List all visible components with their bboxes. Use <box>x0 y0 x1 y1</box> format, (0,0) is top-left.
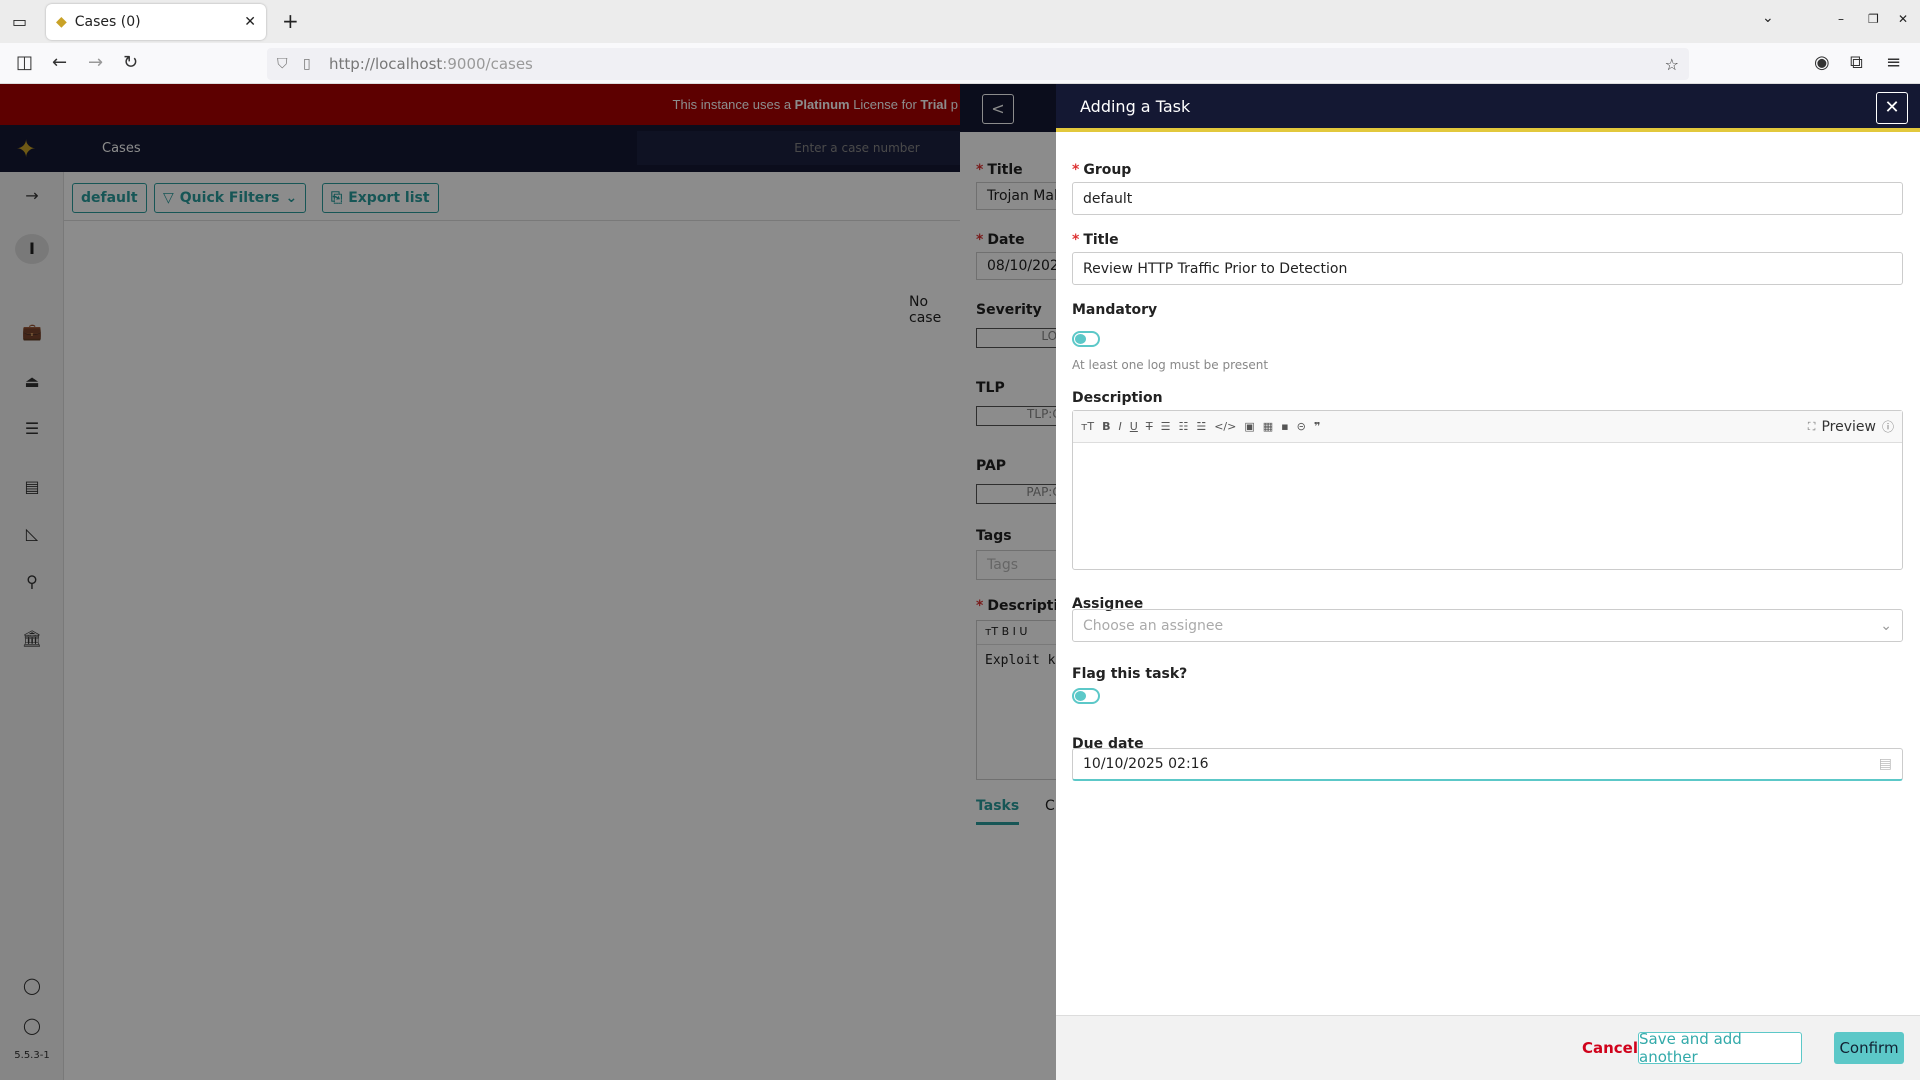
title-input[interactable]: Review HTTP Traffic Prior to Detection <box>1072 252 1903 285</box>
close-window-icon[interactable]: ✕ <box>1898 12 1908 26</box>
confirm-button[interactable]: Confirm <box>1834 1032 1904 1064</box>
forward-icon[interactable]: → <box>88 52 103 73</box>
back-icon[interactable]: ← <box>52 52 67 73</box>
account-icon[interactable]: ◉ <box>1814 52 1830 73</box>
browser-tab-bar: ▭ ◆ Cases (0) ✕ + ⌄ – ❐ ✕ <box>0 0 1920 43</box>
preview-button[interactable]: ⛶ Preview ⓘ <box>1808 418 1894 435</box>
fullscreen-icon: ⛶ <box>1807 419 1816 433</box>
shield-icon: ⛉ <box>277 56 288 72</box>
heading-icon[interactable]: ᴛT <box>1081 420 1094 433</box>
minimize-icon[interactable]: – <box>1838 12 1844 26</box>
close-button[interactable]: ✕ <box>1876 92 1908 124</box>
due-date-input[interactable]: 10/10/2025 02:16 ▤ <box>1072 748 1903 781</box>
mandatory-hint: At least one log must be present <box>1072 358 1269 372</box>
extensions-icon[interactable]: ⧉ <box>1850 52 1863 73</box>
italic-icon[interactable]: I <box>1119 420 1122 433</box>
cancel-button[interactable]: Cancel <box>1572 1032 1648 1064</box>
bullet-list-icon[interactable]: ☰ <box>1161 420 1171 433</box>
flag-toggle[interactable] <box>1072 688 1100 704</box>
restore-icon[interactable]: ❐ <box>1868 12 1879 26</box>
modal-backdrop[interactable] <box>0 84 1056 1080</box>
group-label: * Group <box>1072 162 1132 178</box>
favicon-icon: ◆ <box>56 14 67 30</box>
underline-icon[interactable]: U <box>1130 420 1138 433</box>
code-icon[interactable]: </> <box>1214 420 1236 433</box>
description-editor[interactable]: ᴛT B I U T ☰ ☷ ☱ </> ▣ ▦ ▪ ⊝ ❞ ⛶ Preview ⓘ <box>1072 410 1903 570</box>
table-icon[interactable]: ▦ <box>1263 420 1273 433</box>
page-icon: ▯ <box>303 56 311 72</box>
reload-icon[interactable]: ↻ <box>123 52 138 73</box>
menu-icon[interactable]: ≡ <box>1886 52 1901 73</box>
tab-list-icon[interactable]: ▭ <box>12 12 27 31</box>
new-tab-icon[interactable]: + <box>282 9 299 33</box>
chevron-down-icon: ⌄ <box>1880 617 1892 634</box>
assignee-select[interactable]: Choose an assignee ⌄ <box>1072 609 1903 642</box>
link-icon[interactable]: ⊝ <box>1297 420 1306 433</box>
bookmark-star-icon[interactable]: ☆ <box>1665 55 1679 74</box>
close-tab-icon[interactable]: ✕ <box>244 14 256 30</box>
code-block-icon[interactable]: ▣ <box>1244 420 1254 433</box>
tab-overflow-icon[interactable]: ⌄ <box>1762 10 1774 26</box>
sidebar-toggle-icon[interactable]: ◫ <box>16 52 33 73</box>
calendar-icon: ▤ <box>1878 756 1892 772</box>
editor-toolbar: ᴛT B I U T ☰ ☷ ☱ </> ▣ ▦ ▪ ⊝ ❞ ⛶ Preview ⓘ <box>1073 411 1902 443</box>
bold-icon[interactable]: B <box>1102 420 1110 433</box>
title-label: * Title <box>1072 232 1119 248</box>
description-textarea[interactable] <box>1073 443 1902 569</box>
drawer-title: Adding a Task <box>1080 96 1191 116</box>
description-label: Description <box>1072 390 1163 406</box>
browser-tab[interactable]: ◆ Cases (0) ✕ <box>46 4 266 40</box>
image-icon[interactable]: ▪ <box>1281 420 1288 433</box>
group-input[interactable]: default <box>1072 182 1903 215</box>
drawer-header: Adding a Task ✕ <box>1056 84 1920 132</box>
save-and-add-another-button[interactable]: Save and add another <box>1638 1030 1802 1066</box>
flag-label: Flag this task? <box>1072 666 1188 682</box>
task-list-icon[interactable]: ☱ <box>1196 420 1206 433</box>
mandatory-label: Mandatory <box>1072 302 1158 318</box>
mandatory-toggle[interactable] <box>1072 331 1100 347</box>
url-path: :9000/cases <box>442 55 533 73</box>
add-task-drawer: Adding a Task ✕ * Group default * Title Re… <box>1056 84 1920 1080</box>
url-bar[interactable]: ⛉ ▯ http://localhost:9000/cases ☆ <box>267 48 1689 80</box>
ordered-list-icon[interactable]: ☷ <box>1178 420 1188 433</box>
help-icon: ⓘ <box>1881 420 1894 434</box>
strikethrough-icon[interactable]: T <box>1146 420 1153 433</box>
url-host: http://localhost <box>329 55 443 73</box>
quote-icon[interactable]: ❞ <box>1314 420 1320 433</box>
tab-title: Cases (0) <box>74 14 141 30</box>
